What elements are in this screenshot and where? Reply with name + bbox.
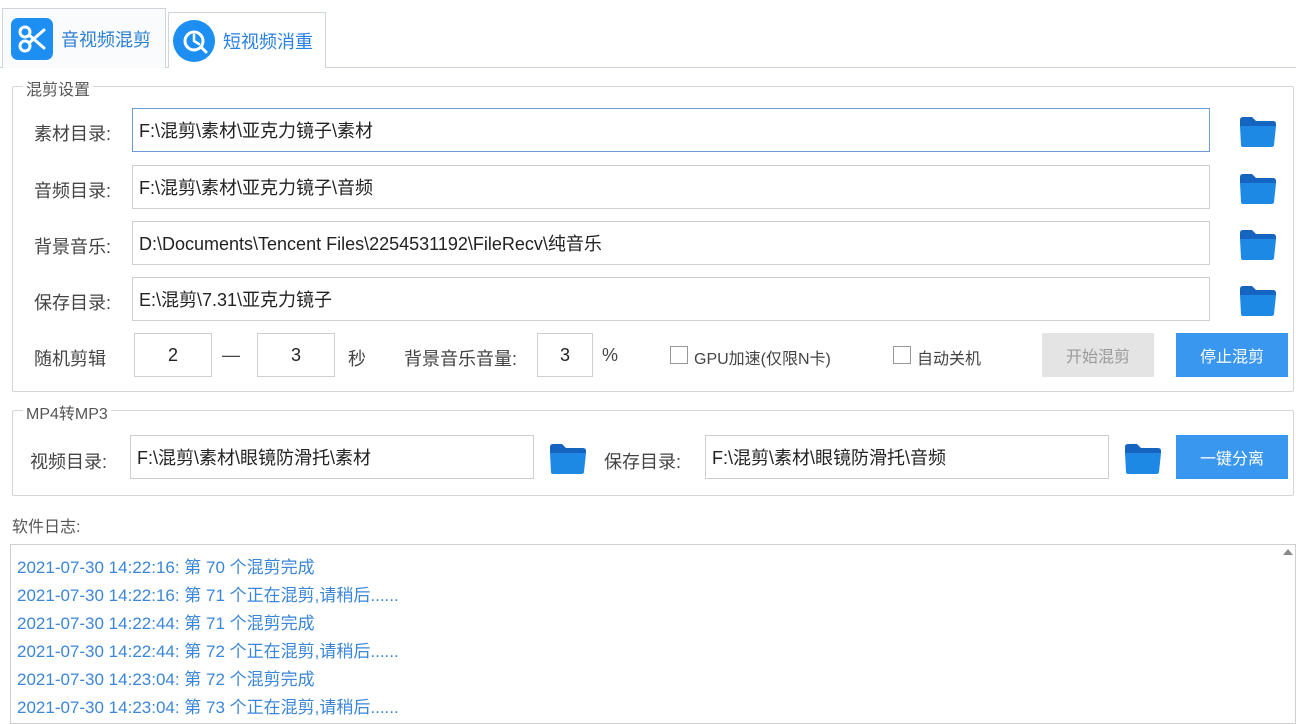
audio-dir-label: 音频目录: [34, 177, 111, 203]
material-dir-input[interactable]: F:\混剪\素材\亚克力镜子\素材 [132, 108, 1210, 152]
log-line: 2021-07-30 14:22:44: 第 71 个混剪完成 [17, 609, 315, 634]
log-line: 2021-07-30 14:22:16: 第 70 个混剪完成 [17, 553, 315, 578]
log-line: 2021-07-30 14:22:44: 第 72 个正在混剪,请稍后.....… [17, 637, 399, 662]
log-line: 2021-07-30 14:23:04: 第 72 个混剪完成 [17, 665, 315, 690]
bg-volume-input[interactable]: 3 [537, 333, 593, 377]
random-cut-min-input[interactable]: 2 [134, 333, 212, 377]
shutdown-checkbox[interactable] [893, 346, 911, 364]
log-line: 2021-07-30 14:23:04: 第 73 个正在混剪,请稍后.....… [17, 693, 399, 718]
bg-music-label: 背景音乐: [34, 233, 111, 259]
start-mix-button[interactable]: 开始混剪 [1042, 333, 1154, 377]
video-dir-label: 视频目录: [30, 448, 107, 474]
log-line: 2021-07-30 14:22:16: 第 71 个正在混剪,请稍后.....… [17, 581, 399, 606]
folder-icon[interactable] [1123, 441, 1163, 475]
shutdown-label: 自动关机 [917, 345, 981, 369]
tab-short-video-dedup[interactable]: 短视频消重 [168, 12, 326, 68]
group-title: MP4转MP3 [23, 400, 111, 424]
group-title: 混剪设置 [23, 76, 93, 100]
tab-label: 短视频消重 [223, 28, 313, 54]
folder-icon[interactable] [548, 441, 588, 475]
seconds-unit: 秒 [348, 345, 366, 371]
folder-icon[interactable] [1238, 171, 1278, 205]
random-cut-max-input[interactable]: 3 [257, 333, 335, 377]
refresh-icon [173, 20, 215, 62]
folder-icon[interactable] [1238, 283, 1278, 317]
tab-label: 音视频混剪 [61, 26, 151, 52]
mp3-save-dir-input[interactable]: F:\混剪\素材\眼镜防滑托\音频 [705, 435, 1109, 479]
stop-mix-button[interactable]: 停止混剪 [1176, 333, 1288, 377]
bg-volume-label: 背景音乐音量: [404, 345, 517, 371]
log-title: 软件日志: [12, 513, 80, 537]
folder-icon[interactable] [1238, 114, 1278, 148]
save-dir-input[interactable]: E:\混剪\7.31\亚克力镜子 [132, 277, 1210, 321]
percent-unit: % [602, 345, 618, 366]
log-textarea[interactable]: 2021-07-30 14:22:16: 第 70 个混剪完成 2021-07-… [10, 544, 1296, 724]
video-dir-input[interactable]: F:\混剪\素材\眼镜防滑托\素材 [130, 435, 534, 479]
random-cut-label: 随机剪辑 [34, 345, 106, 371]
audio-dir-input[interactable]: F:\混剪\素材\亚克力镜子\音频 [132, 165, 1210, 209]
scroll-up-arrow-icon[interactable] [1283, 549, 1293, 555]
tab-audio-video-mix[interactable]: 音视频混剪 [2, 8, 166, 68]
one-click-separate-button[interactable]: 一键分离 [1176, 435, 1288, 479]
save-dir-label: 保存目录: [34, 289, 111, 315]
gpu-label: GPU加速(仅限N卡) [694, 345, 831, 369]
bg-music-input[interactable]: D:\Documents\Tencent Files\2254531192\Fi… [132, 221, 1210, 265]
material-dir-label: 素材目录: [34, 120, 111, 146]
gpu-checkbox[interactable] [670, 346, 688, 364]
folder-icon[interactable] [1238, 227, 1278, 261]
tab-bar: 音视频混剪 短视频消重 [0, 0, 1296, 68]
mp3-save-dir-label: 保存目录: [604, 448, 681, 474]
range-separator: — [222, 345, 240, 366]
scissors-icon [11, 18, 53, 60]
